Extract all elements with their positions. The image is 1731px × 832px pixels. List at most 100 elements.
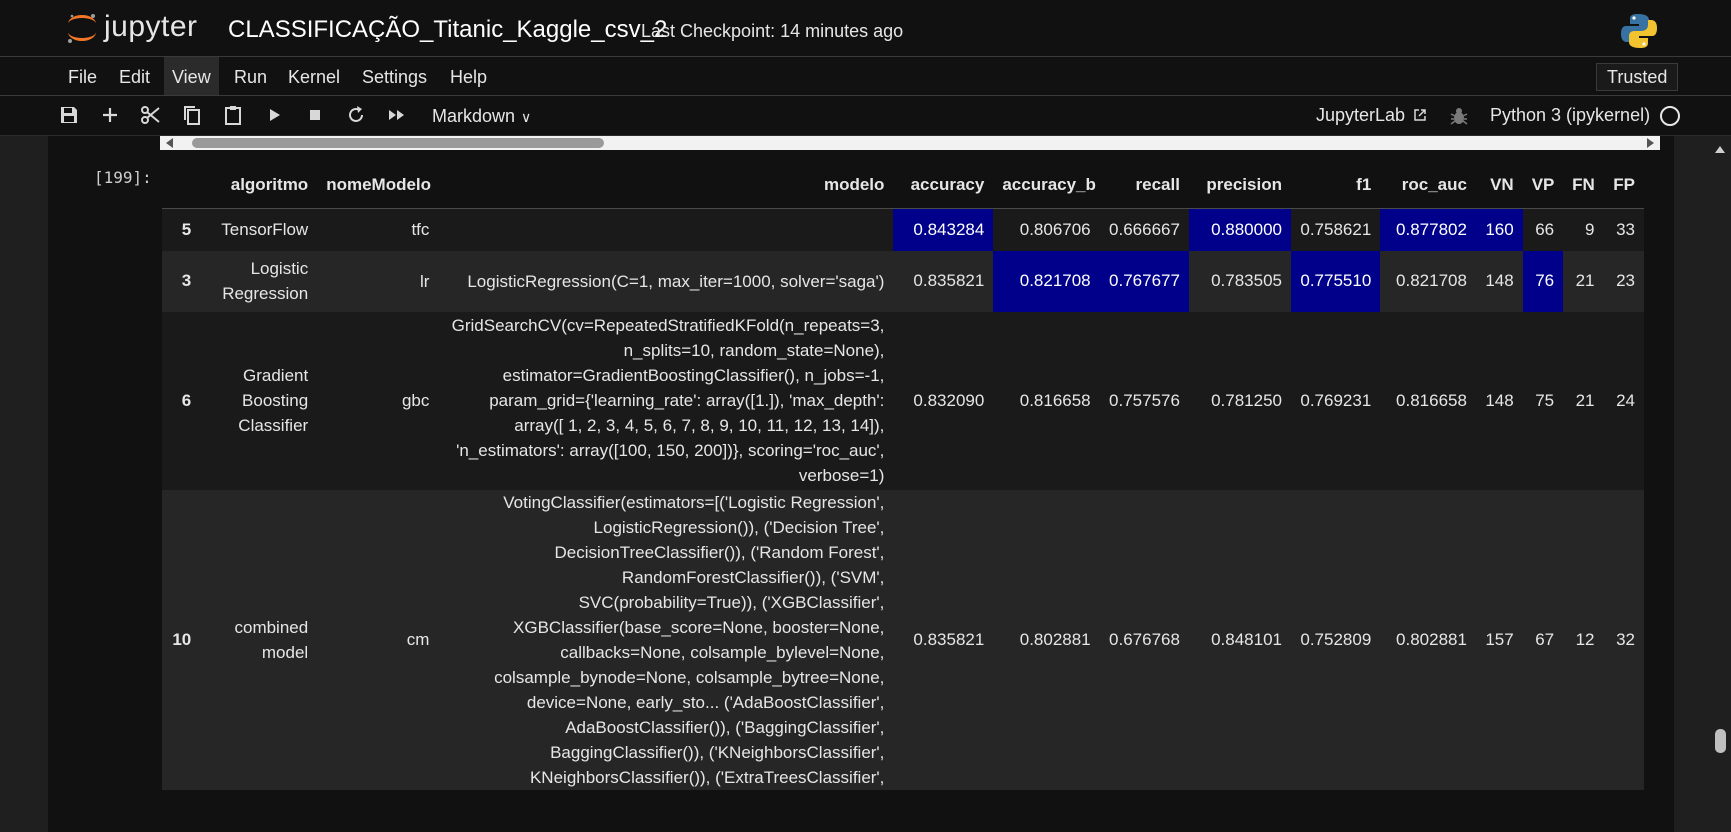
cell-accuracy_b: 0.821708	[993, 250, 1100, 312]
cell-vn: 148	[1485, 271, 1514, 290]
debugger-bug-icon[interactable]	[1448, 105, 1470, 127]
table-row: 3 Logistic Regression lr LogisticRegression…	[162, 250, 1644, 312]
save-icon[interactable]	[57, 103, 81, 127]
vertical-scrollbar[interactable]	[1710, 136, 1731, 832]
cell-vn: 157	[1485, 629, 1514, 649]
row-index: 3	[181, 271, 192, 290]
stop-icon[interactable]	[303, 103, 327, 127]
menu-help[interactable]: Help	[442, 57, 495, 95]
column-header: FN	[1563, 162, 1604, 209]
kernel-name[interactable]: Python 3 (ipykernel)	[1490, 105, 1650, 126]
menu-run[interactable]: Run	[226, 57, 275, 95]
kernel-status-idle-icon	[1660, 106, 1680, 126]
column-header: f1	[1290, 162, 1381, 209]
column-header: algoritmo	[200, 162, 318, 209]
cell-vp: 66	[1535, 219, 1555, 239]
notebook-toolbar: Markdown ∨ JupyterLab Python 3 (ipykernel…	[0, 96, 1731, 136]
menu-edit[interactable]: Edit	[111, 57, 158, 95]
cell-fp: 24	[1616, 390, 1635, 410]
scroll-left-icon[interactable]	[166, 138, 173, 148]
menu-file[interactable]: File	[60, 57, 105, 95]
table-row: 6 Gradient Boosting Classifier gbc GridSear…	[162, 311, 1644, 490]
column-header: accuracy	[893, 162, 994, 209]
jupyter-logo-text: jupyter	[104, 10, 198, 43]
cell-accuracy: 0.843284	[893, 208, 994, 251]
cell-precision: 0.781250	[1211, 390, 1282, 410]
add-cell-icon[interactable]	[98, 103, 122, 127]
cell-fn: 21	[1575, 390, 1595, 410]
cell-precision: 0.783505	[1211, 271, 1282, 290]
column-header: modelo	[438, 162, 894, 209]
row-index: 5	[181, 219, 192, 239]
menu-kernel[interactable]: Kernel	[280, 57, 348, 95]
column-header: VP	[1522, 162, 1564, 209]
cell-fn: 21	[1575, 271, 1595, 290]
restart-icon[interactable]	[344, 103, 368, 127]
run-icon[interactable]	[262, 103, 286, 127]
cell-modelo	[438, 209, 893, 251]
cell-recall: 0.767677	[1099, 250, 1189, 312]
column-header: precision	[1188, 162, 1291, 209]
jupyter-logo-icon[interactable]	[64, 10, 100, 46]
cell-modelo: LogisticRegression(C=1, max_iter=1000, s…	[467, 271, 885, 291]
column-header: FP	[1603, 162, 1644, 209]
column-header: recall	[1099, 162, 1189, 209]
cell-f1: 0.752809	[1300, 629, 1372, 649]
column-header: nomeModelo	[317, 162, 439, 209]
fast-forward-icon[interactable]	[385, 103, 409, 127]
chevron-down-icon: ∨	[521, 109, 532, 125]
column-header: accuracy_b	[993, 162, 1100, 209]
cell-f1: 0.769231	[1300, 390, 1372, 410]
cell-accuracy: 0.835821	[913, 629, 985, 649]
scroll-up-icon[interactable]	[1715, 146, 1725, 153]
cell-recall: 0.676768	[1109, 629, 1180, 649]
cell-precision: 0.848101	[1211, 629, 1282, 649]
row-index: 6	[181, 390, 192, 410]
cell-vn: 148	[1485, 390, 1514, 410]
notebook-title[interactable]: CLASSIFICAÇÃO_Titanic_Kaggle_csv_2	[228, 16, 667, 44]
cell-fp: 33	[1616, 219, 1635, 239]
cell-f1: 0.758621	[1300, 219, 1372, 239]
cell-roc_auc: 0.816658	[1396, 390, 1467, 410]
cell-algoritmo: Gradient Boosting Classifier	[238, 366, 309, 435]
cell-fn: 12	[1575, 629, 1595, 649]
last-checkpoint-text: Last Checkpoint: 14 minutes ago	[641, 21, 904, 41]
menu-bar: File Edit View Run Kernel Settings Help …	[0, 57, 1731, 96]
cut-icon[interactable]	[139, 103, 163, 127]
cell-nomeModelo: lr	[419, 271, 430, 291]
external-link-icon	[1414, 109, 1426, 121]
jupyterlab-label: JupyterLab	[1316, 105, 1406, 125]
paste-icon[interactable]	[221, 103, 245, 127]
cell-fn: 9	[1585, 219, 1595, 239]
menu-settings[interactable]: Settings	[354, 57, 435, 95]
column-header	[162, 162, 201, 209]
cell-fp: 32	[1616, 629, 1635, 649]
cell-roc_auc: 0.821708	[1396, 271, 1467, 290]
vertical-scroll-thumb[interactable]	[1715, 729, 1726, 753]
trusted-indicator[interactable]: Trusted	[1596, 63, 1679, 91]
cell-precision: 0.880000	[1188, 208, 1291, 251]
horizontal-scroll-thumb[interactable]	[192, 138, 604, 148]
cell-fp: 23	[1616, 271, 1635, 290]
column-header: VN	[1475, 162, 1523, 209]
cell-algoritmo: Logistic Regression	[222, 259, 309, 303]
copy-icon[interactable]	[180, 103, 204, 127]
cell-vn: 160	[1475, 208, 1523, 251]
table-row: 10 combined model cm VotingClassifier(estim…	[162, 489, 1644, 790]
cell-accuracy_b: 0.802881	[1019, 629, 1091, 649]
cell-roc_auc: 0.877802	[1380, 208, 1476, 251]
cell-algoritmo: combined model	[234, 617, 309, 662]
scroll-right-icon[interactable]	[1647, 138, 1654, 148]
cell-type-dropdown[interactable]: Markdown ∨	[432, 103, 531, 129]
cell-f1: 0.775510	[1290, 250, 1381, 312]
table-header-row: algoritmo nomeModelo modelo accuracy acc…	[162, 162, 1644, 209]
cell-modelo: VotingClassifier(estimators=[('Logistic …	[494, 492, 885, 787]
menu-view[interactable]: View	[164, 57, 219, 95]
dataframe-table: algoritmo nomeModelo modelo accuracy acc…	[162, 162, 1644, 790]
cell-accuracy: 0.835821	[913, 271, 985, 290]
open-jupyterlab-link[interactable]: JupyterLab	[1316, 105, 1427, 126]
cell-nomeModelo: gbc	[401, 391, 430, 410]
top-header: jupyter CLASSIFICAÇÃO_Titanic_Kaggle_csv…	[0, 0, 1731, 57]
cell-vp: 75	[1535, 390, 1555, 410]
horizontal-scrollbar[interactable]	[160, 136, 1660, 150]
